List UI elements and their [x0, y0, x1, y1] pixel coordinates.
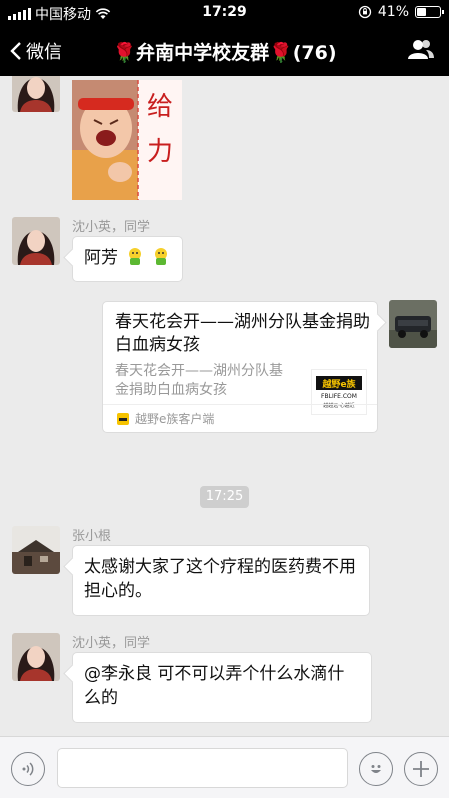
link-card-source: 越野e族客户端 [135, 411, 215, 426]
smiley-icon [371, 765, 381, 773]
my-avatar[interactable] [389, 300, 437, 348]
plus-icon [413, 761, 429, 777]
sticker-caption-1: 给 [147, 92, 173, 122]
link-card-title: 春天花会开——湖州分队基金捐助白血病女孩 [115, 312, 370, 355]
chat-title: 🌹弁南中学校友群🌹(76) [112, 42, 337, 64]
sender-name: 沈小英，同学 [72, 220, 151, 235]
battery-percent: 41% [377, 4, 409, 20]
avatar[interactable] [12, 76, 60, 112]
nav-bar: 微信 🌹弁南中学校友群🌹(76) [0, 26, 449, 76]
message-bubble[interactable]: 太感谢大家了这个疗程的医药费不用担心的。 [72, 545, 370, 616]
message-bubble[interactable]: 阿芳 [72, 236, 183, 282]
message-text: 太感谢大家了这个疗程的医药费不用担心的。 [84, 557, 356, 601]
sender-name: 沈小英，同学 [72, 636, 151, 651]
sticker-caption-2: 力 [147, 137, 173, 167]
voice-button[interactable] [11, 752, 45, 786]
avatar[interactable] [12, 217, 60, 265]
sticker-image[interactable]: 给 力 [72, 80, 182, 200]
orientation-lock-icon [358, 5, 372, 19]
link-card-description: 春天花会开——湖州分队基金捐助白血病女孩 [115, 363, 283, 398]
group-icon [408, 40, 434, 59]
app-icon [117, 412, 129, 425]
link-card[interactable]: 春天花会开——湖州分队基金捐助白血病女孩 春天花会开——湖州分队基金捐助白血病女… [102, 301, 378, 433]
avatar[interactable] [12, 526, 60, 574]
emoji-icon [154, 248, 167, 265]
input-bar [0, 736, 449, 798]
voice-icon [22, 762, 34, 776]
time-separator: 17:25 [200, 486, 249, 508]
link-card-footer: 越野e族客户端 [103, 404, 377, 432]
sender-name: 张小根 [72, 529, 112, 544]
avatar[interactable] [12, 633, 60, 681]
logo-text: 越野e族 [321, 378, 356, 390]
message-text: 阿芳 [84, 248, 118, 268]
message-bubble[interactable]: @李永良 可不可以弄个什么水滴什么的 [72, 652, 372, 723]
logo-sub: FBLIFE.COM [321, 393, 357, 400]
status-bar: 中国移动 17:29 41% [0, 0, 449, 26]
emoji-icon [129, 248, 142, 265]
group-info-button[interactable] [407, 38, 435, 64]
emoji-button[interactable] [359, 752, 393, 786]
battery-icon [415, 6, 444, 18]
chat-area[interactable]: 给 力 沈小英，同学 阿芳 春天花会开——湖州分队基金捐助白血病女孩 春天花会开… [0, 76, 449, 736]
message-text: @李永良 可不可以弄个什么水滴什么的 [84, 664, 345, 708]
message-input[interactable] [57, 748, 348, 788]
more-button[interactable] [404, 752, 438, 786]
